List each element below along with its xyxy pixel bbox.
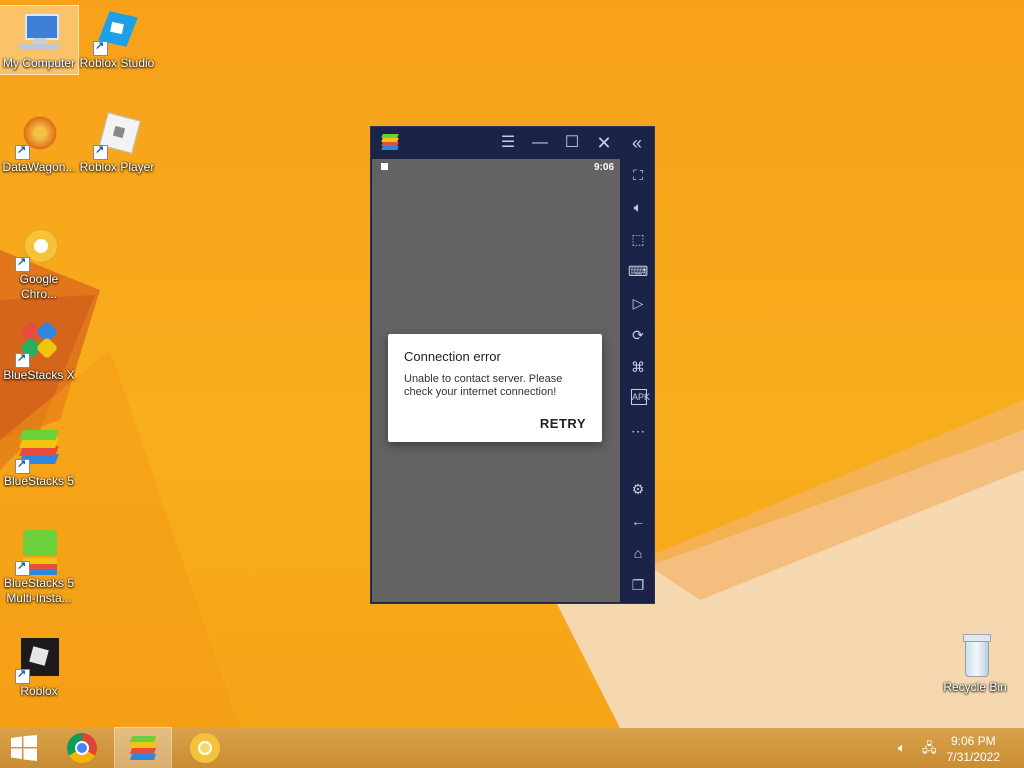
bluestacks-multi-instance-icon	[15, 528, 63, 576]
desktop: My Computer Roblox Studio DataWagon... R…	[0, 0, 1024, 728]
network-icon[interactable]: 🖧︎	[922, 740, 938, 756]
taskbar-chrome-canary[interactable]	[177, 728, 233, 768]
desktop-icon-google-chrome[interactable]: Google Chro...	[0, 222, 78, 302]
recent-apps-icon[interactable]: ❐	[628, 575, 648, 595]
desktop-icon-label: BlueStacks 5	[3, 474, 75, 488]
keyboard-icon[interactable]: ⌨	[628, 261, 648, 281]
start-button[interactable]	[0, 728, 48, 768]
more-icon[interactable]: ⋯	[628, 421, 648, 441]
bluestacks-title-bar[interactable]: ☰ — ☐ ✕ «	[371, 127, 654, 159]
chrome-canary-icon	[190, 733, 220, 763]
retry-button[interactable]: RETRY	[540, 416, 586, 431]
shortcut-arrow-icon	[15, 351, 30, 368]
notification-icon	[381, 163, 388, 170]
roblox-player-icon	[93, 112, 141, 160]
shortcut-arrow-icon	[15, 143, 30, 160]
minimize-icon[interactable]: —	[530, 133, 550, 153]
shortcut-arrow-icon	[15, 255, 30, 272]
taskbar: 🔈︎ 🖧︎ 9:06 PM 7/31/2022	[0, 727, 1024, 768]
recycle-bin-icon	[951, 632, 999, 680]
chrome-icon	[67, 733, 97, 763]
shortcut-arrow-icon	[15, 457, 30, 474]
pointer-icon[interactable]: ⬚	[628, 229, 648, 249]
dialog-message: Unable to contact server. Please check y…	[404, 373, 563, 398]
bluestacks-logo-icon	[380, 134, 400, 152]
desktop-icon-roblox-player[interactable]: Roblox Player	[78, 110, 156, 175]
shortcut-arrow-icon	[93, 39, 108, 56]
taskbar-bluestacks[interactable]	[114, 727, 172, 768]
bluestacks-x-icon	[15, 320, 63, 368]
connection-error-dialog: Connection error Unable to contact serve…	[388, 334, 602, 442]
clock-time: 9:06 PM	[950, 734, 996, 748]
windows-logo-icon	[11, 735, 37, 761]
maximize-icon[interactable]: ☐	[562, 133, 582, 153]
back-icon[interactable]: ←	[628, 511, 648, 531]
datawagon-icon	[15, 112, 63, 160]
desktop-icon-my-computer[interactable]: My Computer	[0, 5, 79, 75]
desktop-icon-recycle-bin[interactable]: Recycle Bin	[936, 630, 1014, 695]
close-icon[interactable]: ✕	[594, 133, 614, 153]
desktop-icon-roblox[interactable]: Roblox	[0, 634, 78, 699]
desktop-icon-roblox-studio[interactable]: Roblox Studio	[78, 6, 156, 71]
home-icon[interactable]: ⌂	[628, 543, 648, 563]
desktop-icon-label: DataWagon...	[2, 160, 76, 174]
desktop-icon-label: Google Chro...	[19, 272, 59, 301]
desktop-icon-label: My Computer	[2, 56, 76, 70]
macro-play-icon[interactable]: ▷	[628, 293, 648, 313]
volume-icon[interactable]: 🔈︎	[628, 197, 648, 217]
computer-icon	[15, 8, 63, 56]
settings-icon[interactable]: ⚙	[628, 479, 648, 499]
desktop-icon-bluestacks-multi-instance[interactable]: BlueStacks 5 Multi-Insta...	[0, 526, 78, 606]
desktop-icon-label: Roblox Player	[79, 160, 155, 174]
desktop-icon-label: BlueStacks 5 Multi-Insta...	[3, 576, 75, 605]
taskbar-chrome[interactable]	[54, 728, 110, 768]
desktop-icon-bluestacks-5[interactable]: BlueStacks 5	[0, 424, 78, 489]
apk-icon[interactable]: APK	[631, 389, 650, 405]
rotate-icon[interactable]: ⟳	[628, 325, 648, 345]
system-clock[interactable]: 9:06 PM 7/31/2022	[947, 733, 1000, 765]
desktop-icon-label: Roblox	[20, 684, 58, 698]
status-time: 9:06	[593, 162, 614, 173]
menu-icon[interactable]: ☰	[498, 133, 518, 153]
bluestacks-5-icon	[15, 426, 63, 474]
bluestacks-icon	[127, 734, 159, 762]
bluestacks-sidebar: ⛶ 🔈︎ ⬚ ⌨ ▷ ⟳ ⌘ APK ⋯ ⚙ ← ⌂ ❐	[621, 159, 654, 602]
shortcut-arrow-icon	[93, 143, 108, 160]
clock-date: 7/31/2022	[946, 750, 1000, 764]
dialog-title: Connection error	[404, 349, 501, 364]
desktop-icon-bluestacks-x[interactable]: BlueStacks X	[0, 318, 78, 383]
desktop-icon-label: Recycle Bin	[943, 680, 1007, 694]
desktop-icon-datawagon[interactable]: DataWagon...	[0, 110, 78, 175]
fullscreen-icon[interactable]: ⛶	[628, 165, 648, 185]
android-status-bar: 9:06	[372, 159, 620, 177]
desktop-icon-label: BlueStacks X	[3, 368, 75, 382]
chrome-yellow-icon	[15, 224, 63, 272]
shortcut-arrow-icon	[15, 667, 30, 684]
shortcut-arrow-icon	[15, 559, 30, 576]
roblox-studio-icon	[93, 8, 141, 56]
roblox-icon	[15, 636, 63, 684]
collapse-sidebar-icon[interactable]: «	[627, 133, 647, 153]
volume-muted-icon[interactable]: 🔈︎	[898, 740, 914, 756]
desktop-icon-label: Roblox Studio	[79, 56, 155, 70]
gamepad-icon[interactable]: ⌘	[628, 357, 648, 377]
